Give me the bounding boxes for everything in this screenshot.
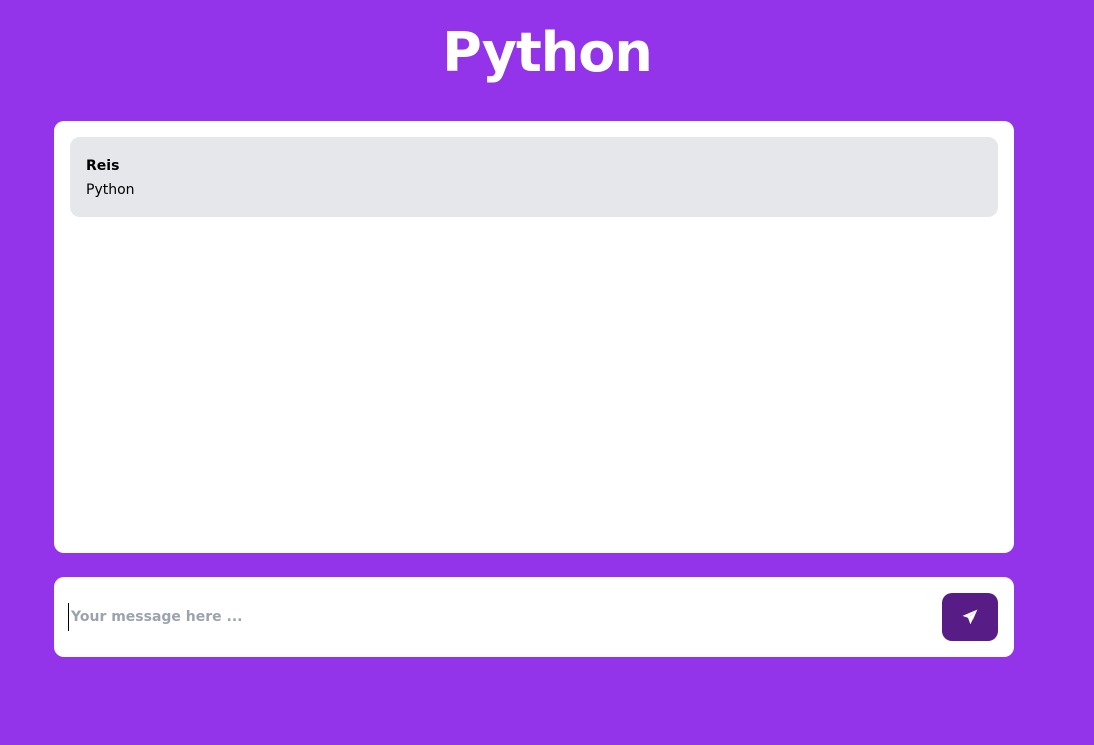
message-text: Python	[86, 182, 135, 198]
message-author: Reis	[86, 158, 120, 174]
paper-plane-icon	[962, 609, 978, 625]
message-composer	[54, 577, 1014, 657]
page-title: Python	[442, 21, 653, 84]
chat-messages-panel[interactable]: Reis Python	[54, 121, 1014, 553]
chat-message: Reis Python	[70, 137, 998, 217]
send-button[interactable]	[942, 593, 998, 641]
message-input[interactable]	[68, 603, 918, 631]
